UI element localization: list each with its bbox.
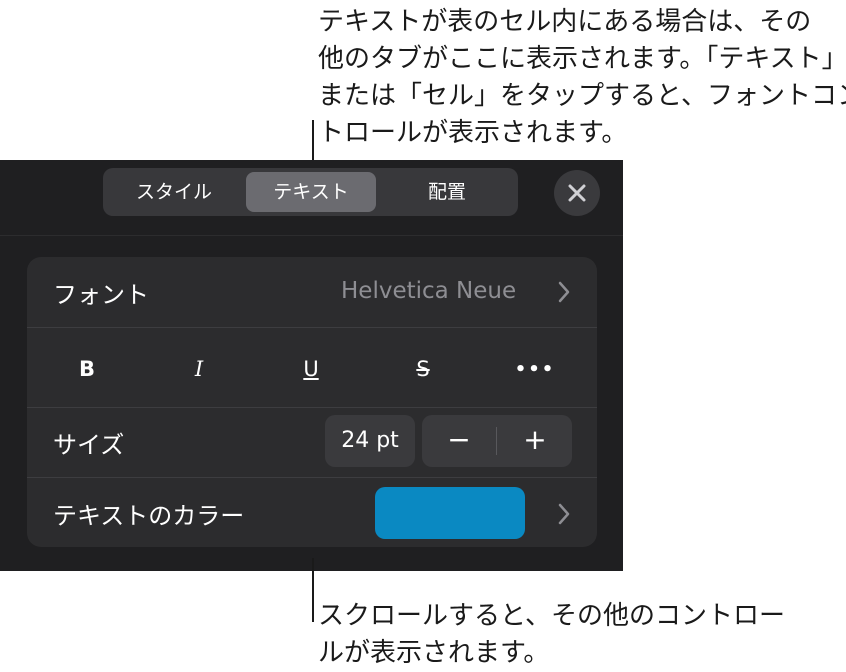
decrease-size-button[interactable]: − — [422, 415, 496, 467]
callout-top: テキストが表のセル内にある場合は、その 他のタブがここに表示されます。「テキスト… — [318, 4, 846, 152]
tab-alignment[interactable]: 配置 — [379, 172, 515, 212]
bold-button[interactable]: B — [67, 352, 107, 386]
size-value-field[interactable]: 24 pt — [325, 415, 415, 467]
size-stepper: − + — [422, 415, 572, 467]
size-label: サイズ — [53, 431, 125, 459]
font-label: フォント — [53, 281, 149, 309]
callout-top-line-4: トロールが表示されます。 — [318, 118, 628, 148]
row-divider — [27, 327, 597, 328]
text-settings-card: フォント Helvetica Neue B I U S ••• サイズ 24 p… — [27, 257, 597, 547]
more-options-button[interactable]: ••• — [515, 352, 555, 386]
tab-style[interactable]: スタイル — [105, 172, 243, 212]
callout-top-line-2: 他のタブがここに表示されます。「テキスト」 — [318, 44, 846, 74]
close-icon — [568, 184, 586, 202]
callout-top-line-3: または「セル」をタップすると、フォントコン — [318, 81, 846, 111]
underline-button[interactable]: U — [291, 352, 331, 386]
chevron-right-icon[interactable] — [557, 281, 571, 303]
row-divider — [27, 407, 597, 408]
callout-bottom-leader-line — [312, 558, 314, 622]
header-divider — [0, 235, 623, 236]
strikethrough-button[interactable]: S — [403, 352, 443, 386]
callout-bottom-line-1: スクロールすると、その他のコントロー — [318, 601, 785, 631]
row-divider — [27, 477, 597, 478]
tab-segmented-control: スタイル テキスト 配置 — [103, 168, 518, 216]
italic-button[interactable]: I — [179, 352, 219, 386]
stepper-divider — [496, 427, 497, 455]
callout-top-line-1: テキストが表のセル内にある場合は、その — [318, 7, 812, 37]
callout-bottom: スクロールすると、その他のコントロー ルが表示されます。 — [318, 598, 785, 672]
text-color-swatch[interactable] — [375, 487, 525, 539]
chevron-right-icon[interactable] — [557, 503, 571, 525]
close-button[interactable] — [554, 170, 600, 216]
callout-bottom-line-2: ルが表示されます。 — [318, 638, 550, 668]
increase-size-button[interactable]: + — [498, 415, 572, 467]
tab-text[interactable]: テキスト — [246, 172, 376, 212]
text-color-label: テキストのカラー — [53, 502, 245, 530]
font-value[interactable]: Helvetica Neue — [341, 278, 516, 304]
format-panel: スタイル テキスト 配置 フォント Helvetica Neue B I U S… — [0, 160, 623, 571]
